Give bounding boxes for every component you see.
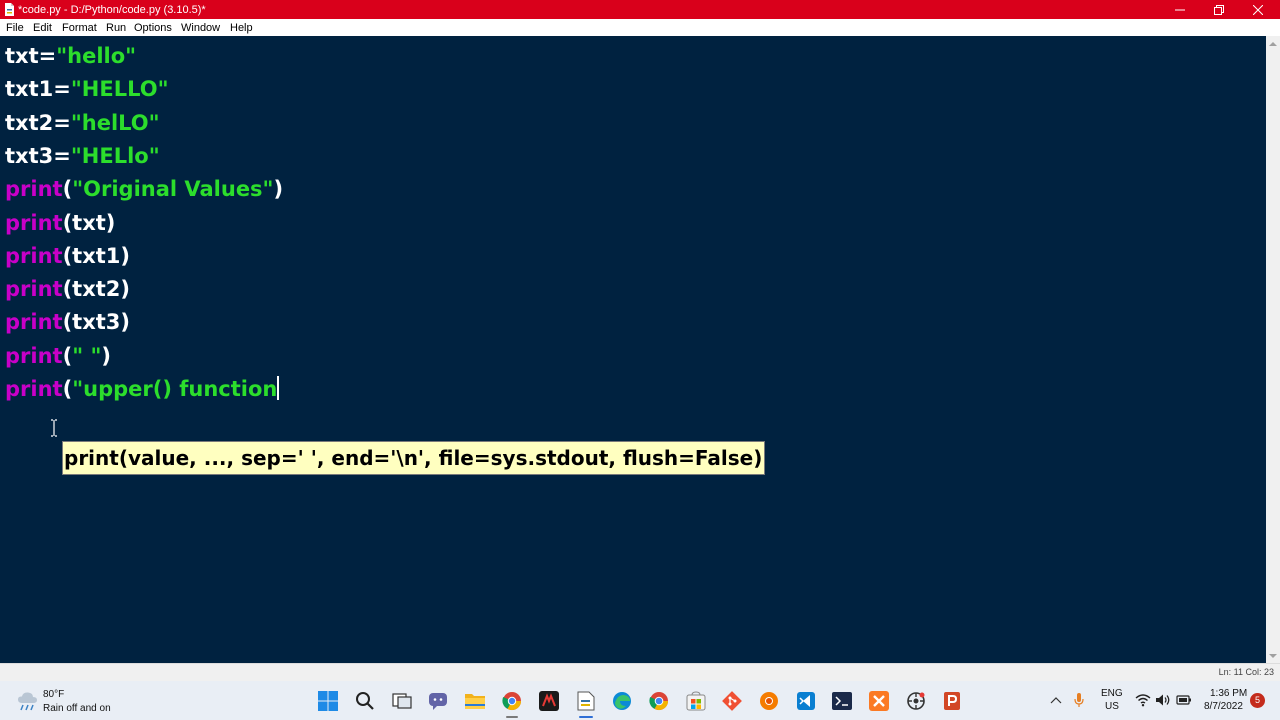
code-token: ) [273,177,284,202]
code-token: ( [62,377,73,401]
code-token: (txt2) [62,277,131,302]
chrome-alt-icon[interactable] [648,690,670,712]
string-token: "HELLO" [70,77,169,102]
calltip: print(value, ..., sep=' ', end='\n', fil… [62,441,766,475]
code-token: txt2= [5,110,71,135]
idle-active-indicator [579,716,593,718]
keyword-token: print [5,277,63,302]
keyword-token: print [5,210,63,235]
wifi-icon[interactable] [1135,693,1151,707]
code-line[interactable]: txt3="HELlo" [5,140,160,172]
language-indicator[interactable]: ENG [1101,688,1123,700]
code-token: (txt) [62,210,116,235]
menu-options[interactable]: Options [134,21,172,35]
code-token: (txt1) [62,243,131,268]
cursor-position: Ln: 11 Col: 23 [1218,667,1274,677]
keyword-token: print [5,377,63,401]
code-line[interactable]: print(txt2) [5,273,130,305]
chrome-profile-icon[interactable] [758,690,780,712]
teams-chat-icon[interactable] [427,690,449,712]
terminal-icon[interactable] [831,690,853,712]
chrome-icon[interactable] [501,690,523,712]
vscode-icon[interactable] [795,690,817,712]
code-editor[interactable]: txt="hello" txt1="HELLO" txt2="helLO" txt3=… [0,36,1266,663]
weather-description: Rain off and on [43,703,111,714]
string-token: "HELlo" [70,143,160,168]
menu-run[interactable]: Run [106,21,126,35]
code-line[interactable]: txt="hello" [5,40,136,72]
minimize-button[interactable] [1161,0,1199,19]
code-line[interactable]: txt2="helLO" [5,107,160,139]
powerpoint-icon[interactable] [941,690,963,712]
start-icon[interactable] [317,690,339,712]
file-explorer-icon[interactable] [464,690,486,712]
code-token: txt1= [5,77,71,102]
vertical-scrollbar[interactable] [1266,36,1280,663]
code-token: txt3= [5,143,71,168]
restore-button[interactable] [1200,0,1238,19]
menu-edit[interactable]: Edit [33,21,52,35]
code-token: ( [62,343,73,368]
menu-file[interactable]: File [6,21,24,35]
code-token: (txt3) [62,310,131,335]
menu-help[interactable]: Help [230,21,253,35]
close-icon [1253,4,1263,15]
scroll-up-icon[interactable] [1269,40,1277,48]
string-token: "Original Values" [72,177,274,202]
taskbar: 80°F Rain off and on ENG US 1:36 PM 8/7/… [0,681,1280,720]
microsoft-store-icon[interactable] [685,690,707,712]
volume-icon[interactable] [1155,693,1171,707]
xampp-icon[interactable] [868,690,890,712]
menu-bar: File Edit Format Run Options Window Help [0,19,1280,36]
menu-window[interactable]: Window [181,21,220,35]
keyword-token: print [5,243,63,268]
code-line[interactable]: print(" ") [5,340,111,372]
restore-icon [1214,4,1224,15]
edge-icon[interactable] [611,690,633,712]
close-button[interactable] [1239,0,1277,19]
weather-widget[interactable]: 80°F Rain off and on [14,687,114,717]
microphone-icon[interactable] [1073,692,1085,708]
keyboard-layout-indicator[interactable]: US [1105,701,1119,713]
code-token: ) [101,343,111,368]
code-line[interactable]: print(txt) [5,207,115,239]
scroll-down-icon[interactable] [1269,652,1277,660]
string-token: "upper() function [72,377,278,401]
code-line[interactable]: print("upper() function [5,373,280,405]
code-token: ( [62,177,73,202]
idle-editor-icon[interactable] [575,690,597,712]
keyword-token: print [5,177,63,202]
menu-format[interactable]: Format [62,21,97,35]
search-icon[interactable] [354,690,376,712]
rain-cloud-icon [18,692,37,711]
battery-icon[interactable] [1176,693,1192,707]
status-bar: Ln: 11 Col: 23 [0,663,1280,681]
string-token: "helLO" [70,110,160,135]
chrome-running-indicator [506,716,518,718]
game-app-icon[interactable] [538,690,560,712]
task-view-icon[interactable] [391,690,413,712]
code-token: txt= [5,44,57,68]
notification-badge[interactable]: 5 [1250,693,1265,708]
keyword-token: print [5,310,63,335]
code-line[interactable]: print(txt1) [5,240,130,272]
text-cursor-icon [51,419,57,437]
code-line[interactable]: print("Original Values") [5,173,283,205]
string-token: "hello" [56,44,137,68]
text-caret [277,376,280,400]
python-file-icon [5,3,14,16]
clock-time[interactable]: 1:36 PM [1210,688,1247,700]
code-line[interactable]: print(txt3) [5,306,130,338]
string-token: " " [72,343,102,368]
keyword-token: print [5,343,63,368]
git-icon[interactable] [721,690,743,712]
window-title: *code.py - D:/Python/code.py (3.10.5)* [18,4,206,16]
minimize-icon [1175,9,1185,10]
clock-date[interactable]: 8/7/2022 [1204,701,1243,713]
spyder-icon[interactable] [905,690,927,712]
code-line[interactable]: txt1="HELLO" [5,73,169,105]
show-hidden-icons-icon[interactable] [1050,695,1062,705]
weather-temperature: 80°F [43,689,65,700]
title-bar: *code.py - D:/Python/code.py (3.10.5)* [0,0,1280,19]
